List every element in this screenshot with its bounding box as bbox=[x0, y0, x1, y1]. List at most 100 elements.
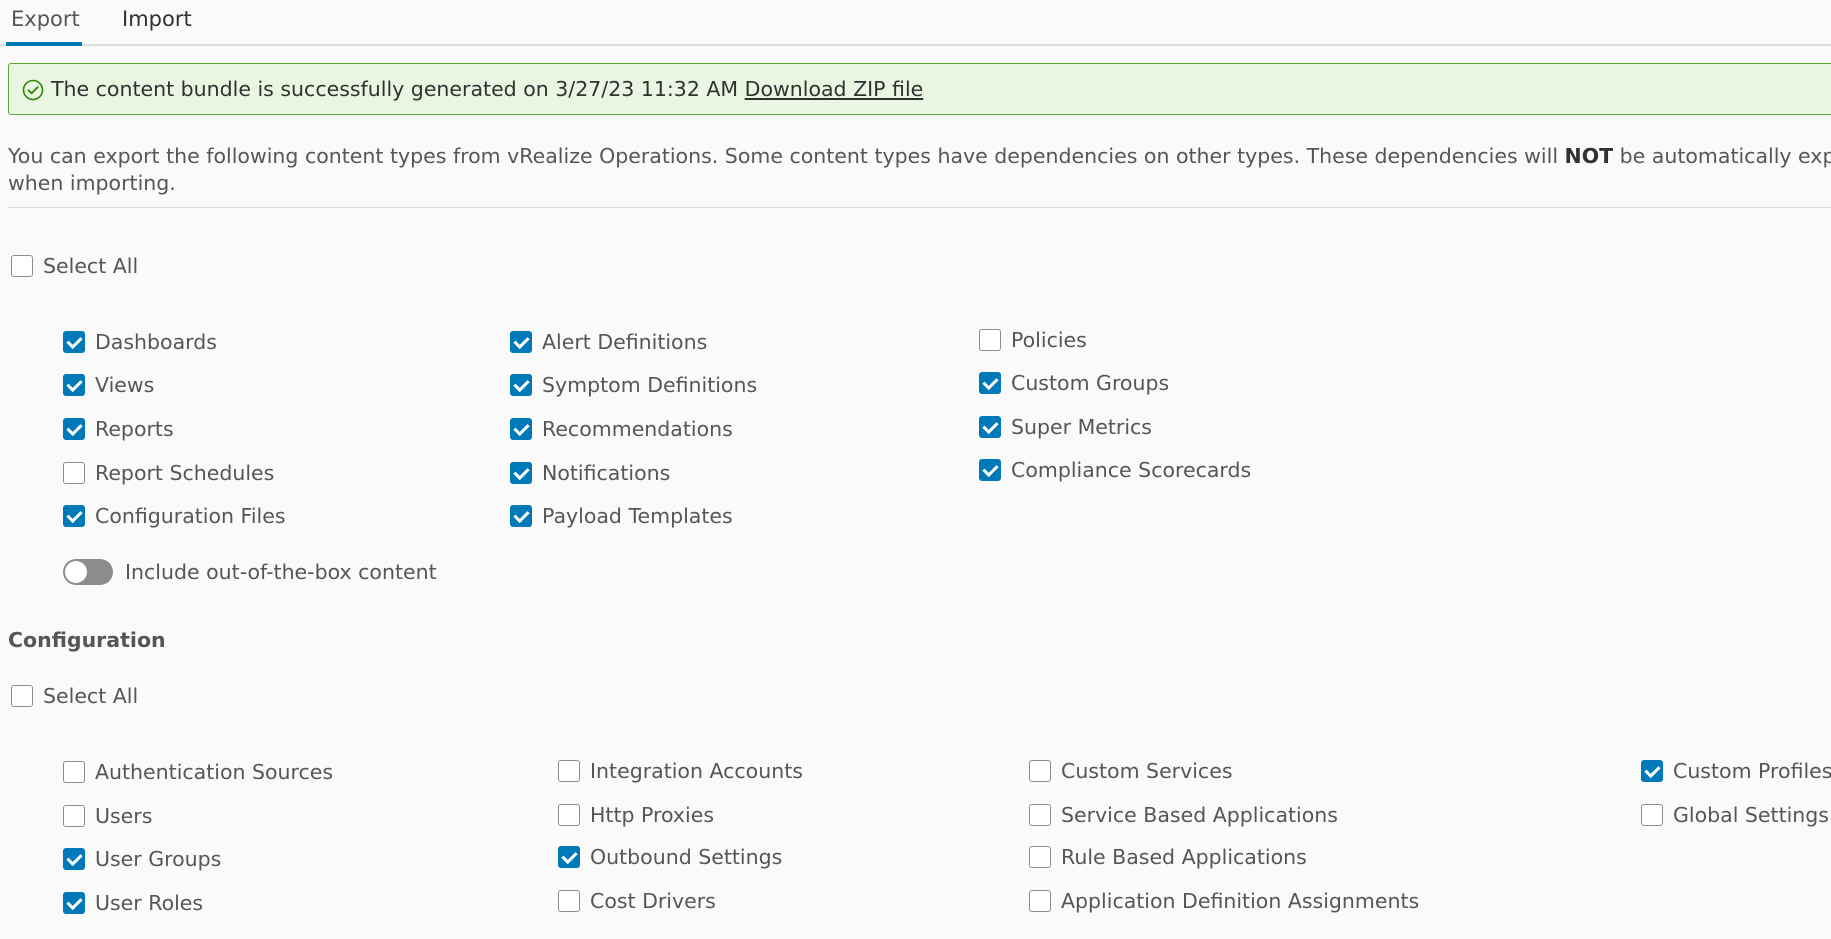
checkbox-label: Configuration Files bbox=[95, 504, 286, 528]
description-text-cont: be automatically exporte bbox=[1619, 144, 1831, 168]
checkbox-unchecked-icon[interactable] bbox=[1029, 804, 1051, 826]
checkbox-views[interactable]: Views bbox=[63, 372, 154, 398]
checkbox-rule-based-applications[interactable]: Rule Based Applications bbox=[1029, 844, 1307, 870]
checkbox-custom-groups[interactable]: Custom Groups bbox=[979, 370, 1169, 396]
checkbox-label: Users bbox=[95, 804, 153, 828]
checkbox-checked-icon[interactable] bbox=[510, 505, 532, 527]
checkbox-checked-icon[interactable] bbox=[63, 331, 85, 353]
configuration-heading: Configuration bbox=[8, 628, 166, 652]
checkbox-authentication-sources[interactable]: Authentication Sources bbox=[63, 759, 333, 785]
checkbox-label: Authentication Sources bbox=[95, 760, 334, 784]
checkbox-recommendations[interactable]: Recommendations bbox=[510, 416, 733, 442]
checkbox-custom-services[interactable]: Custom Services bbox=[1029, 758, 1233, 784]
checkbox-checked-icon[interactable] bbox=[63, 418, 85, 440]
download-zip-link[interactable]: Download ZIP file bbox=[745, 77, 924, 101]
checkbox[interactable] bbox=[11, 685, 33, 707]
checkbox-label: Policies bbox=[1011, 328, 1087, 352]
checkbox-user-groups[interactable]: User Groups bbox=[63, 846, 221, 872]
checkbox-configuration-files[interactable]: Configuration Files bbox=[63, 503, 286, 529]
checkbox-unchecked-icon[interactable] bbox=[63, 805, 85, 827]
checkbox-checked-icon[interactable] bbox=[63, 374, 85, 396]
checkbox-unchecked-icon[interactable] bbox=[1029, 890, 1051, 912]
checkbox-alert-definitions[interactable]: Alert Definitions bbox=[510, 329, 707, 355]
checkbox-label: Report Schedules bbox=[95, 461, 275, 485]
checkbox-label: Select All bbox=[43, 254, 139, 278]
configuration-select-all-checkbox[interactable]: Select All bbox=[11, 683, 138, 709]
include-ootb-label: Include out-of-the-box content bbox=[125, 560, 437, 584]
checkbox-label: Outbound Settings bbox=[590, 845, 783, 869]
checkbox[interactable] bbox=[11, 255, 33, 277]
checkbox-checked-icon[interactable] bbox=[63, 892, 85, 914]
checkbox-unchecked-icon[interactable] bbox=[1029, 846, 1051, 868]
checkbox-checked-icon[interactable] bbox=[510, 462, 532, 484]
checkbox-label: Alert Definitions bbox=[542, 330, 708, 354]
checkbox-unchecked-icon[interactable] bbox=[63, 761, 85, 783]
include-ootb-toggle[interactable] bbox=[63, 559, 113, 585]
checkbox-service-based-applications[interactable]: Service Based Applications bbox=[1029, 802, 1338, 828]
checkbox-label: User Groups bbox=[95, 847, 222, 871]
checkbox-global-settings[interactable]: Global Settings bbox=[1641, 802, 1829, 828]
checkbox-super-metrics[interactable]: Super Metrics bbox=[979, 414, 1152, 440]
tab-export[interactable]: Export bbox=[6, 0, 82, 46]
checkbox-unchecked-icon[interactable] bbox=[558, 760, 580, 782]
checkbox-checked-icon[interactable] bbox=[558, 846, 580, 868]
description-text: You can export the following content typ… bbox=[8, 144, 1565, 168]
checkbox-unchecked-icon[interactable] bbox=[979, 329, 1001, 351]
content-select-all-checkbox[interactable]: Select All bbox=[11, 253, 138, 279]
checkbox-cost-drivers[interactable]: Cost Drivers bbox=[558, 888, 716, 914]
checkbox-dashboards[interactable]: Dashboards bbox=[63, 329, 217, 355]
checkbox-checked-icon[interactable] bbox=[510, 418, 532, 440]
toggle-knob bbox=[65, 561, 87, 583]
checkbox-user-roles[interactable]: User Roles bbox=[63, 890, 203, 916]
checkbox-checked-icon[interactable] bbox=[979, 372, 1001, 394]
description-emphasis: NOT bbox=[1564, 144, 1614, 168]
checkbox-application-definition-assignments[interactable]: Application Definition Assignments bbox=[1029, 888, 1419, 914]
checkbox-label: Notifications bbox=[542, 461, 671, 485]
checkbox-label: Views bbox=[95, 373, 155, 397]
checkbox-checked-icon[interactable] bbox=[63, 505, 85, 527]
checkbox-report-schedules[interactable]: Report Schedules bbox=[63, 460, 274, 486]
checkbox-label: Symptom Definitions bbox=[542, 373, 758, 397]
checkbox-unchecked-icon[interactable] bbox=[558, 890, 580, 912]
tab-bar: Export Import bbox=[0, 0, 1831, 46]
checkbox-outbound-settings[interactable]: Outbound Settings bbox=[558, 844, 782, 870]
checkbox-custom-profiles[interactable]: Custom Profiles bbox=[1641, 758, 1831, 784]
checkbox-notifications[interactable]: Notifications bbox=[510, 460, 670, 486]
checkbox-compliance-scorecards[interactable]: Compliance Scorecards bbox=[979, 457, 1251, 483]
checkbox-http-proxies[interactable]: Http Proxies bbox=[558, 802, 714, 828]
checkbox-checked-icon[interactable] bbox=[979, 416, 1001, 438]
tab-import[interactable]: Import bbox=[122, 0, 192, 44]
checkbox-label: Service Based Applications bbox=[1061, 803, 1338, 827]
checkbox-label: Custom Groups bbox=[1011, 371, 1170, 395]
checkbox-label: Compliance Scorecards bbox=[1011, 458, 1252, 482]
checkbox-integration-accounts[interactable]: Integration Accounts bbox=[558, 758, 803, 784]
checkbox-checked-icon[interactable] bbox=[510, 374, 532, 396]
checkbox-label: User Roles bbox=[95, 891, 204, 915]
checkbox-label: Custom Services bbox=[1061, 759, 1233, 783]
checkbox-label: Integration Accounts bbox=[590, 759, 803, 783]
checkbox-checked-icon[interactable] bbox=[979, 459, 1001, 481]
checkbox-unchecked-icon[interactable] bbox=[1029, 760, 1051, 782]
success-check-circle-icon bbox=[22, 79, 44, 101]
checkbox-unchecked-icon[interactable] bbox=[1641, 804, 1663, 826]
checkbox-checked-icon[interactable] bbox=[63, 848, 85, 870]
checkbox-unchecked-icon[interactable] bbox=[558, 804, 580, 826]
checkbox-unchecked-icon[interactable] bbox=[63, 462, 85, 484]
export-description: You can export the following content typ… bbox=[8, 143, 1831, 197]
checkbox-payload-templates[interactable]: Payload Templates bbox=[510, 503, 733, 529]
checkbox-label: Recommendations bbox=[542, 417, 733, 441]
success-alert: The content bundle is successfully gener… bbox=[8, 63, 1831, 115]
alert-message-container: The content bundle is successfully gener… bbox=[51, 64, 923, 115]
checkbox-symptom-definitions[interactable]: Symptom Definitions bbox=[510, 372, 757, 398]
checkbox-reports[interactable]: Reports bbox=[63, 416, 174, 442]
alert-message: The content bundle is successfully gener… bbox=[51, 77, 739, 101]
checkbox-label: Payload Templates bbox=[542, 504, 733, 528]
checkbox-label: Select All bbox=[43, 684, 139, 708]
checkbox-policies[interactable]: Policies bbox=[979, 327, 1087, 353]
checkbox-label: Super Metrics bbox=[1011, 415, 1152, 439]
checkbox-checked-icon[interactable] bbox=[510, 331, 532, 353]
checkbox-checked-icon[interactable] bbox=[1641, 760, 1663, 782]
checkbox-users[interactable]: Users bbox=[63, 803, 152, 829]
checkbox-label: Reports bbox=[95, 417, 174, 441]
checkbox-label: Dashboards bbox=[95, 330, 217, 354]
